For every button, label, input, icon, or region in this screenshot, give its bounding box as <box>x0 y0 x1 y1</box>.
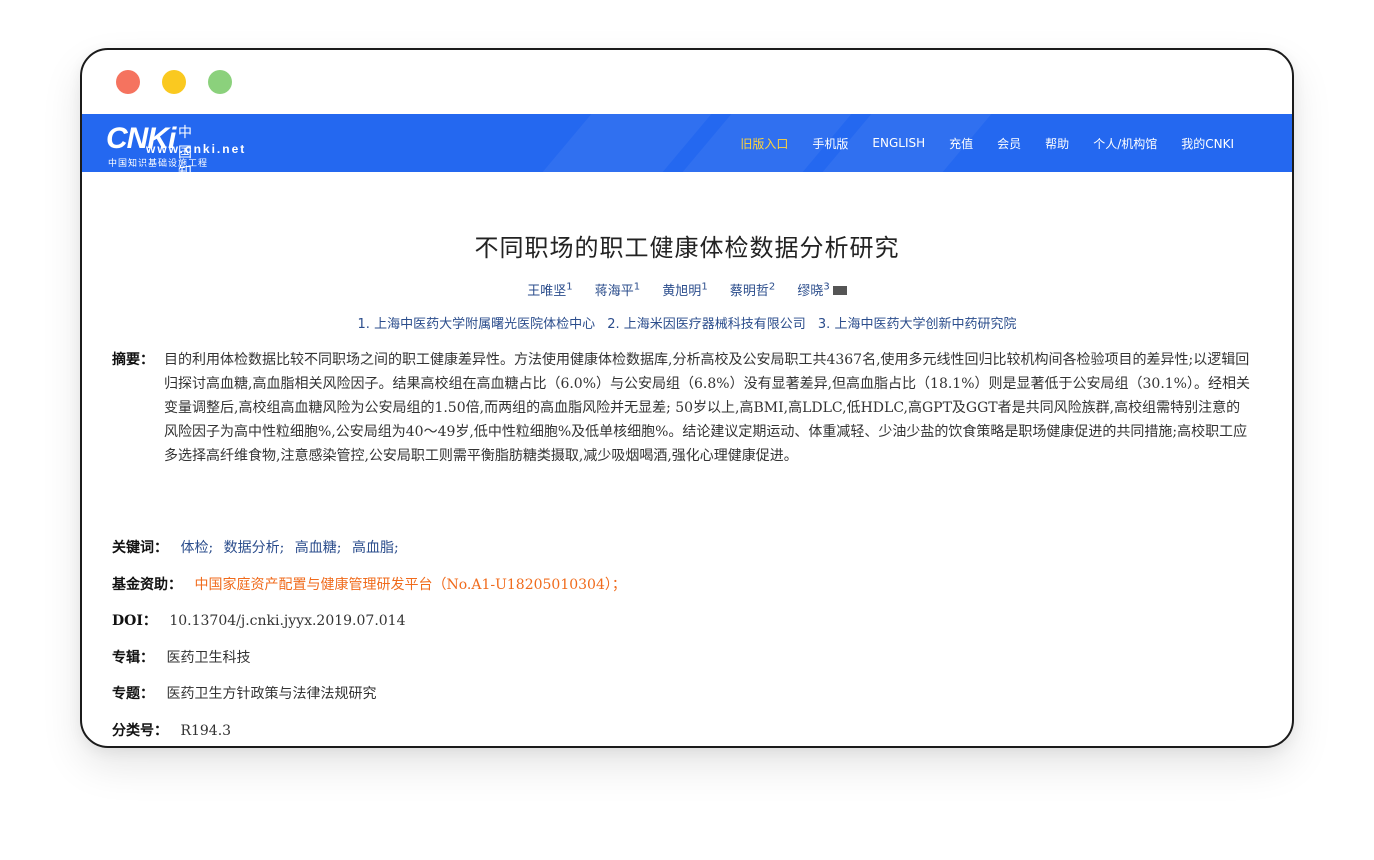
abstract: 摘要： 目的利用体检数据比较不同职场之间的职工健康差异性。方法使用健康体检数据库… <box>112 348 1252 468</box>
doi-label: DOI： <box>112 613 157 629</box>
nav-english[interactable]: ENGLISH <box>872 136 925 150</box>
fund-row: 基金资助： 中国家庭资产配置与健康管理研发平台（No.A1-U182050103… <box>112 574 626 594</box>
affiliation-link[interactable]: 3. 上海中医药大学创新中药研究院 <box>818 317 1017 332</box>
nav-old-version[interactable]: 旧版入口 <box>740 135 788 152</box>
author-link[interactable]: 蒋海平1 <box>595 282 640 299</box>
affiliation-list: 1. 上海中医药大学附属曙光医院体检中心 2. 上海米因医疗器械科技有限公司 3… <box>82 313 1292 332</box>
logo-subtitle: 中国知识基础设施工程 <box>108 158 209 168</box>
affiliation-link[interactable]: 2. 上海米因医疗器械科技有限公司 <box>607 317 806 332</box>
keywords-row: 关键词： 体检; 数据分析; 高血糖; 高血脂; <box>112 537 405 557</box>
fund-label: 基金资助： <box>112 577 182 593</box>
topic-label: 专题： <box>112 686 154 702</box>
nav-my-cnki[interactable]: 我的CNKI <box>1181 135 1234 152</box>
nav-institution[interactable]: 个人/机构馆 <box>1093 135 1157 152</box>
keyword-link[interactable]: 体检; <box>180 540 213 556</box>
classification-label: 分类号： <box>112 723 168 739</box>
keywords-label: 关键词： <box>112 540 168 556</box>
keyword-link[interactable]: 高血脂; <box>352 540 399 556</box>
affiliation-link[interactable]: 1. 上海中医药大学附属曙光医院体检中心 <box>358 317 596 332</box>
minimize-button[interactable] <box>162 70 186 94</box>
classification-row: 分类号： R194.3 <box>112 720 231 740</box>
abstract-label: 摘要： <box>112 352 154 368</box>
album-value: 医药卫生科技 <box>166 650 251 666</box>
article-title: 不同职场的职工健康体检数据分析研究 <box>474 234 900 262</box>
author-link[interactable]: 王唯坚1 <box>527 282 572 299</box>
topic-row: 专题： 医药卫生方针政策与法律法规研究 <box>112 683 376 703</box>
album-label: 专辑： <box>112 650 154 666</box>
close-button[interactable] <box>116 70 140 94</box>
browser-window: CNKi 中国知网 www.cnki.net 中国知识基础设施工程 旧版入口 手… <box>80 48 1294 748</box>
abstract-text: 目的利用体检数据比较不同职场之间的职工健康差异性。方法使用健康体检数据库,分析高… <box>164 352 1250 464</box>
classification-value: R194.3 <box>180 723 232 739</box>
album-row: 专辑： 医药卫生科技 <box>112 647 250 667</box>
author-link[interactable]: 黄旭明1 <box>662 282 707 299</box>
topic-value: 医药卫生方针政策与法律法规研究 <box>166 686 377 702</box>
nav-member[interactable]: 会员 <box>997 135 1021 152</box>
keyword-link[interactable]: 高血糖; <box>295 540 342 556</box>
nav-mobile[interactable]: 手机版 <box>812 135 848 152</box>
keyword-link[interactable]: 数据分析; <box>224 540 285 556</box>
author-link[interactable]: 缪晓3 <box>797 282 847 299</box>
author-list: 王唯坚1 蒋海平1 黄旭明1 蔡明哲2 缪晓3 <box>82 280 1292 299</box>
nav-recharge[interactable]: 充值 <box>949 135 973 152</box>
logo-url: www.cnki.net <box>146 142 247 156</box>
doi-value: 10.13704/j.cnki.jyyx.2019.07.014 <box>169 613 406 629</box>
author-link[interactable]: 蔡明哲2 <box>730 282 775 299</box>
mail-icon[interactable] <box>832 286 847 295</box>
window-controls <box>116 70 232 94</box>
top-nav: 旧版入口 手机版 ENGLISH 充值 会员 帮助 个人/机构馆 我的CNKI <box>740 114 1234 172</box>
fund-link[interactable]: 中国家庭资产配置与健康管理研发平台（No.A1-U18205010304）； <box>194 577 625 593</box>
site-header: CNKi 中国知网 www.cnki.net 中国知识基础设施工程 旧版入口 手… <box>82 114 1292 172</box>
zoom-button[interactable] <box>208 70 232 94</box>
nav-help[interactable]: 帮助 <box>1045 135 1069 152</box>
doi-row: DOI： 10.13704/j.cnki.jyyx.2019.07.014 <box>112 610 406 630</box>
